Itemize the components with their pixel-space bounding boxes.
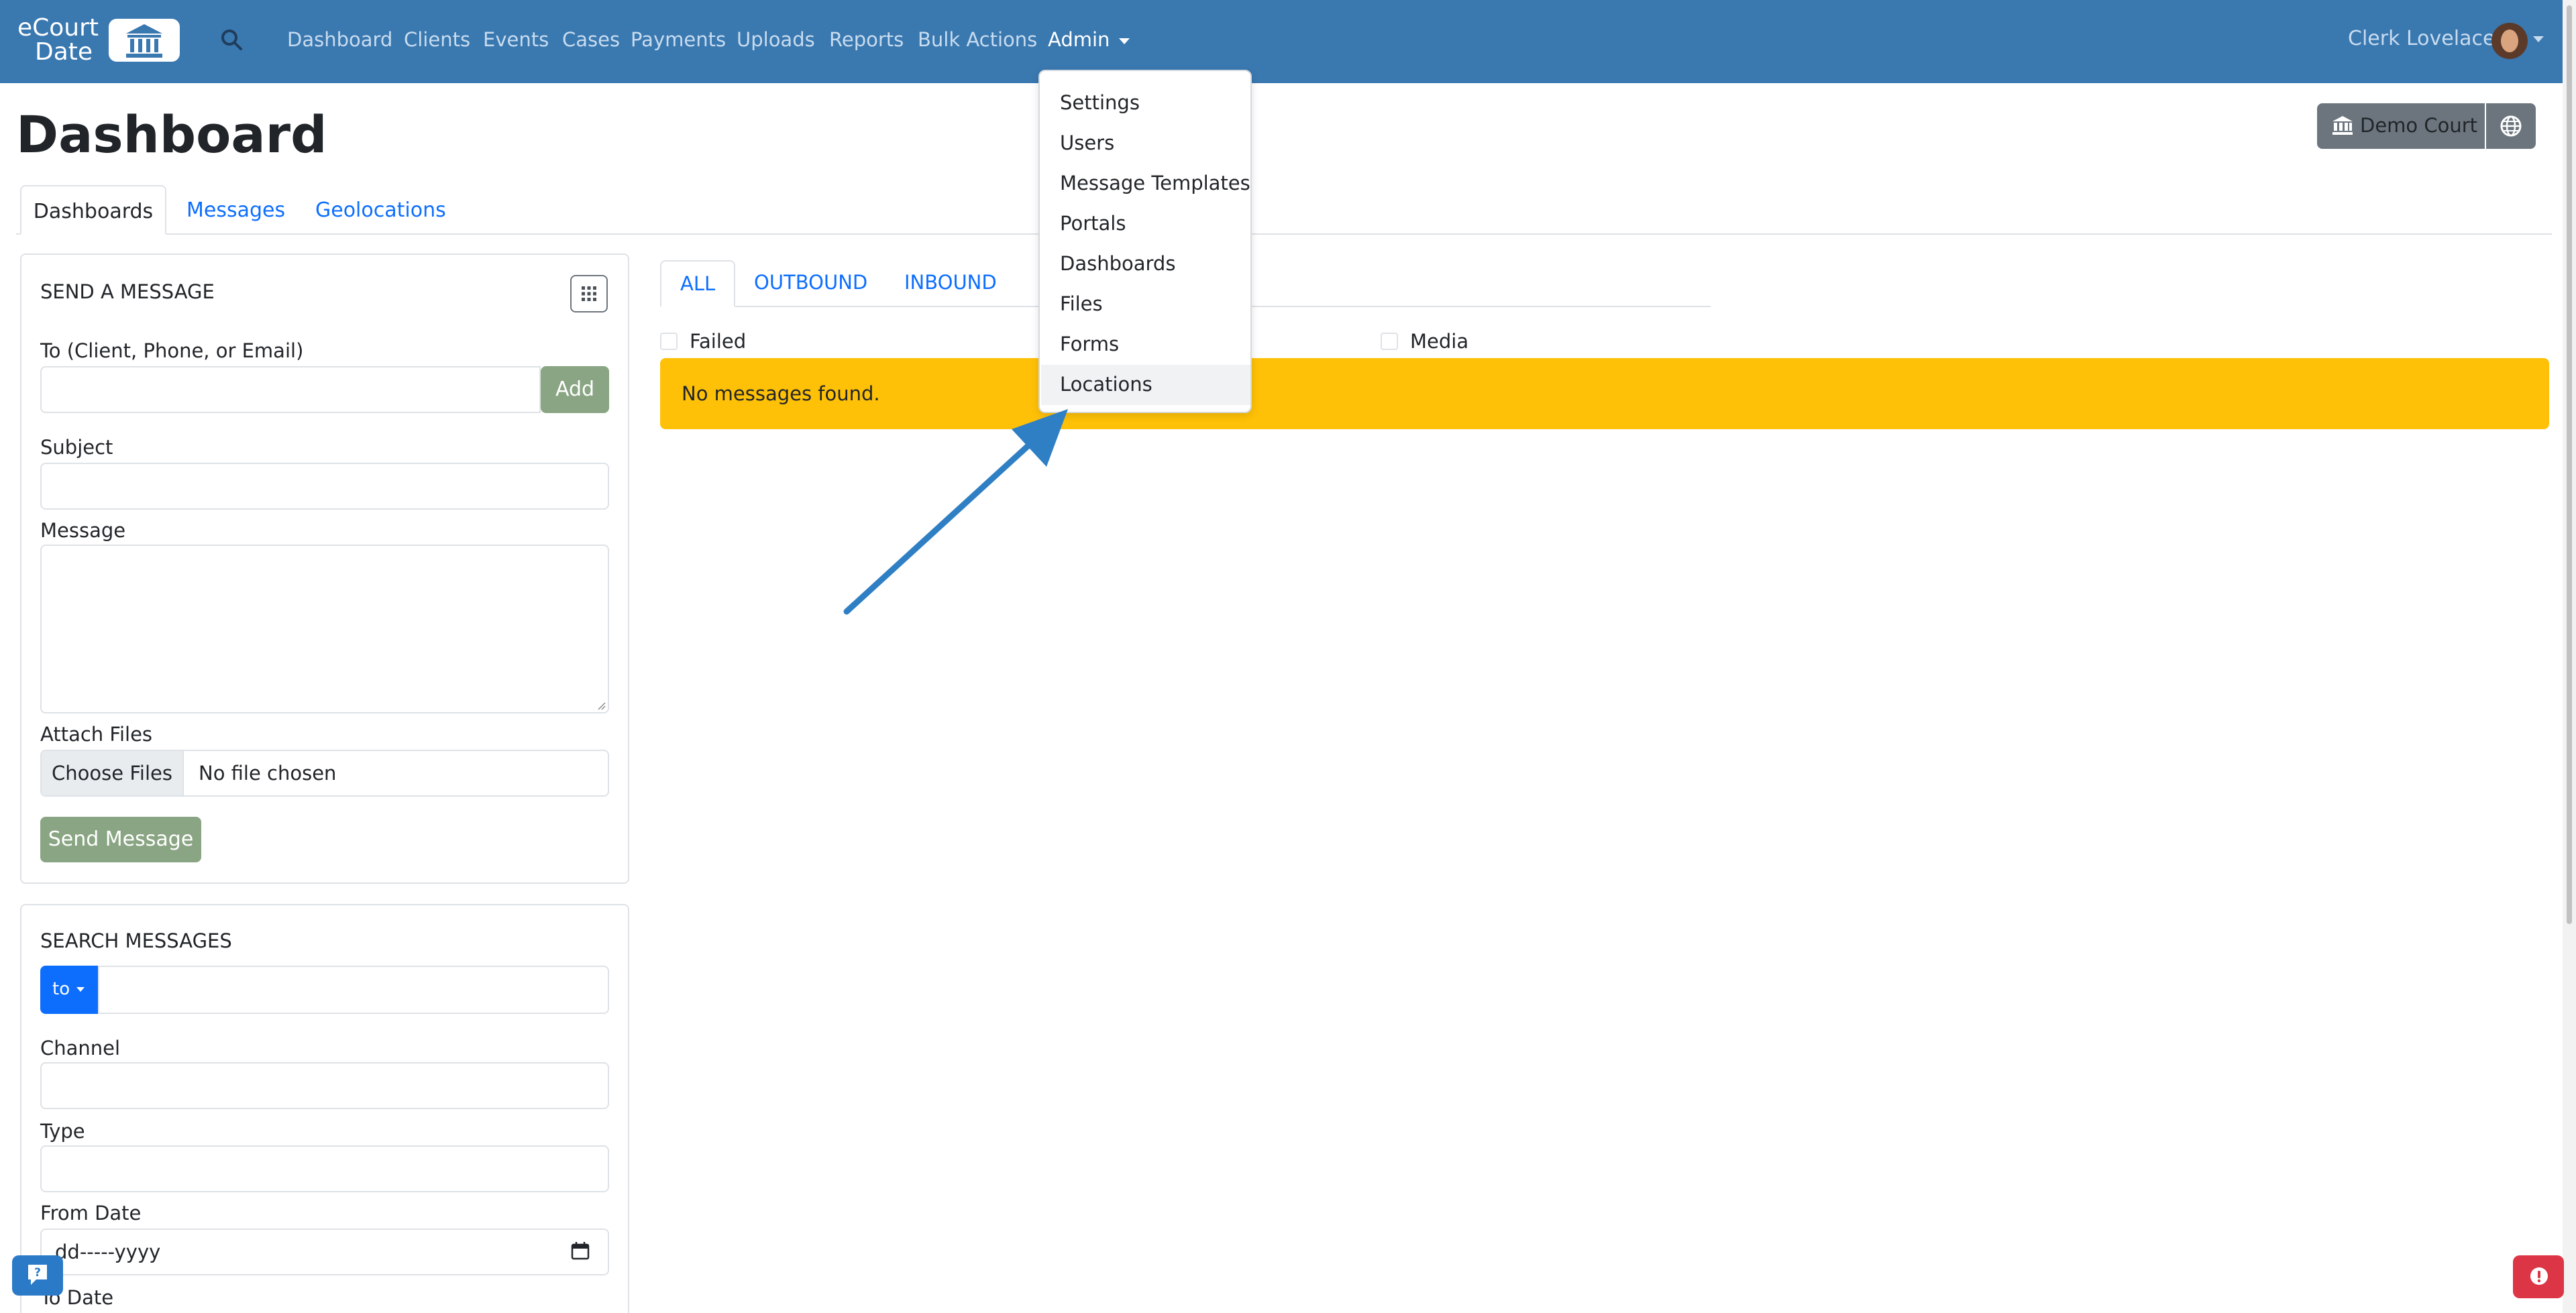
nav-admin-label: Admin bbox=[1048, 28, 1110, 51]
calendar-icon[interactable] bbox=[570, 1241, 590, 1261]
templates-button[interactable] bbox=[570, 275, 608, 312]
nav-bulk-actions[interactable]: Bulk Actions bbox=[918, 28, 1037, 51]
nav-dashboard[interactable]: Dashboard bbox=[287, 28, 392, 51]
court-name: Demo Court bbox=[2360, 114, 2478, 137]
court-selector-button[interactable]: Demo Court bbox=[2317, 103, 2485, 149]
channel-label: Channel bbox=[40, 1037, 121, 1060]
chevron-down-icon bbox=[1119, 38, 1130, 44]
choose-files-button[interactable]: Choose Files bbox=[42, 751, 184, 795]
menu-item-users[interactable]: Users bbox=[1041, 123, 1250, 164]
recipient-input[interactable] bbox=[40, 366, 541, 413]
menu-item-forms[interactable]: Forms bbox=[1041, 325, 1250, 365]
subject-input[interactable] bbox=[40, 463, 609, 510]
menu-item-files[interactable]: Files bbox=[1041, 284, 1250, 325]
nav-uploads[interactable]: Uploads bbox=[737, 28, 815, 51]
admin-dropdown-menu: Settings Users Message Templates Portals… bbox=[1038, 70, 1252, 413]
grid-icon bbox=[582, 286, 596, 301]
avatar[interactable] bbox=[2491, 23, 2528, 59]
send-message-title: SEND A MESSAGE bbox=[40, 280, 215, 303]
scrollbar-thumb[interactable] bbox=[2567, 5, 2572, 924]
media-label: Media bbox=[1410, 330, 1469, 353]
tab-dashboards[interactable]: Dashboards bbox=[20, 185, 166, 235]
nav-admin-dropdown[interactable]: Admin bbox=[1048, 28, 1130, 51]
nav-clients[interactable]: Clients bbox=[404, 28, 470, 51]
search-field-value: to bbox=[52, 979, 70, 999]
search-icon[interactable] bbox=[219, 27, 246, 54]
courthouse-icon bbox=[109, 19, 180, 62]
send-message-button[interactable]: Send Message bbox=[40, 817, 201, 862]
type-label: Type bbox=[40, 1120, 85, 1143]
report-issue-button[interactable] bbox=[2513, 1255, 2564, 1298]
menu-item-dashboards[interactable]: Dashboards bbox=[1041, 244, 1250, 284]
chat-help-icon: ? bbox=[28, 1265, 47, 1285]
menu-item-settings[interactable]: Settings bbox=[1041, 83, 1250, 123]
channel-select[interactable] bbox=[40, 1062, 609, 1109]
chevron-down-icon bbox=[76, 987, 85, 992]
tab-all[interactable]: ALL bbox=[660, 260, 736, 307]
language-button[interactable] bbox=[2486, 103, 2536, 149]
message-label: Message bbox=[40, 519, 126, 542]
to-label: To (Client, Phone, or Email) bbox=[40, 339, 304, 362]
top-navbar: eCourt Date Dashboard Clients Events Cas… bbox=[0, 0, 2576, 83]
search-messages-title: SEARCH MESSAGES bbox=[40, 929, 232, 952]
user-name[interactable]: Clerk Lovelace bbox=[2348, 27, 2495, 50]
globe-icon bbox=[2500, 115, 2522, 137]
tab-messages[interactable]: Messages bbox=[186, 185, 285, 235]
attach-files-label: Attach Files bbox=[40, 723, 153, 746]
add-recipient-button[interactable]: Add bbox=[541, 366, 609, 413]
tab-inbound[interactable]: INBOUND bbox=[904, 260, 997, 307]
nav-payments[interactable]: Payments bbox=[631, 28, 726, 51]
logo-text: eCourt Date bbox=[17, 16, 99, 64]
nav-events[interactable]: Events bbox=[483, 28, 549, 51]
svg-text:?: ? bbox=[34, 1266, 41, 1279]
media-checkbox[interactable] bbox=[1381, 333, 1398, 350]
help-chat-button[interactable]: ? bbox=[12, 1255, 63, 1296]
menu-item-portals[interactable]: Portals bbox=[1041, 204, 1250, 244]
logo-line2: Date bbox=[35, 38, 93, 66]
type-select[interactable] bbox=[40, 1145, 609, 1192]
annotation-arrow bbox=[843, 409, 1068, 615]
resize-handle-icon[interactable] bbox=[596, 700, 606, 711]
tab-outbound[interactable]: OUTBOUND bbox=[754, 260, 867, 307]
failed-checkbox[interactable] bbox=[660, 333, 678, 350]
search-field-dropdown[interactable]: to bbox=[40, 966, 98, 1014]
tab-geolocations[interactable]: Geolocations bbox=[315, 185, 446, 235]
failed-label: Failed bbox=[690, 330, 747, 353]
search-input[interactable] bbox=[98, 966, 609, 1014]
subject-label: Subject bbox=[40, 436, 113, 459]
app-logo[interactable]: eCourt Date bbox=[17, 16, 180, 64]
page-title: Dashboard bbox=[16, 105, 327, 164]
file-status: No file chosen bbox=[199, 762, 337, 785]
courthouse-icon bbox=[2332, 116, 2353, 135]
nav-reports[interactable]: Reports bbox=[829, 28, 904, 51]
from-date-label: From Date bbox=[40, 1202, 142, 1224]
exclamation-circle-icon bbox=[2530, 1267, 2548, 1285]
menu-item-message-templates[interactable]: Message Templates bbox=[1041, 164, 1250, 204]
message-textarea[interactable] bbox=[40, 545, 609, 713]
user-menu-chevron-icon[interactable] bbox=[2533, 36, 2544, 42]
logo-line1: eCourt bbox=[17, 14, 99, 42]
nav-cases[interactable]: Cases bbox=[562, 28, 620, 51]
file-input[interactable]: Choose Files No file chosen bbox=[40, 750, 609, 797]
from-date-placeholder: dd-----yyyy bbox=[55, 1241, 161, 1263]
